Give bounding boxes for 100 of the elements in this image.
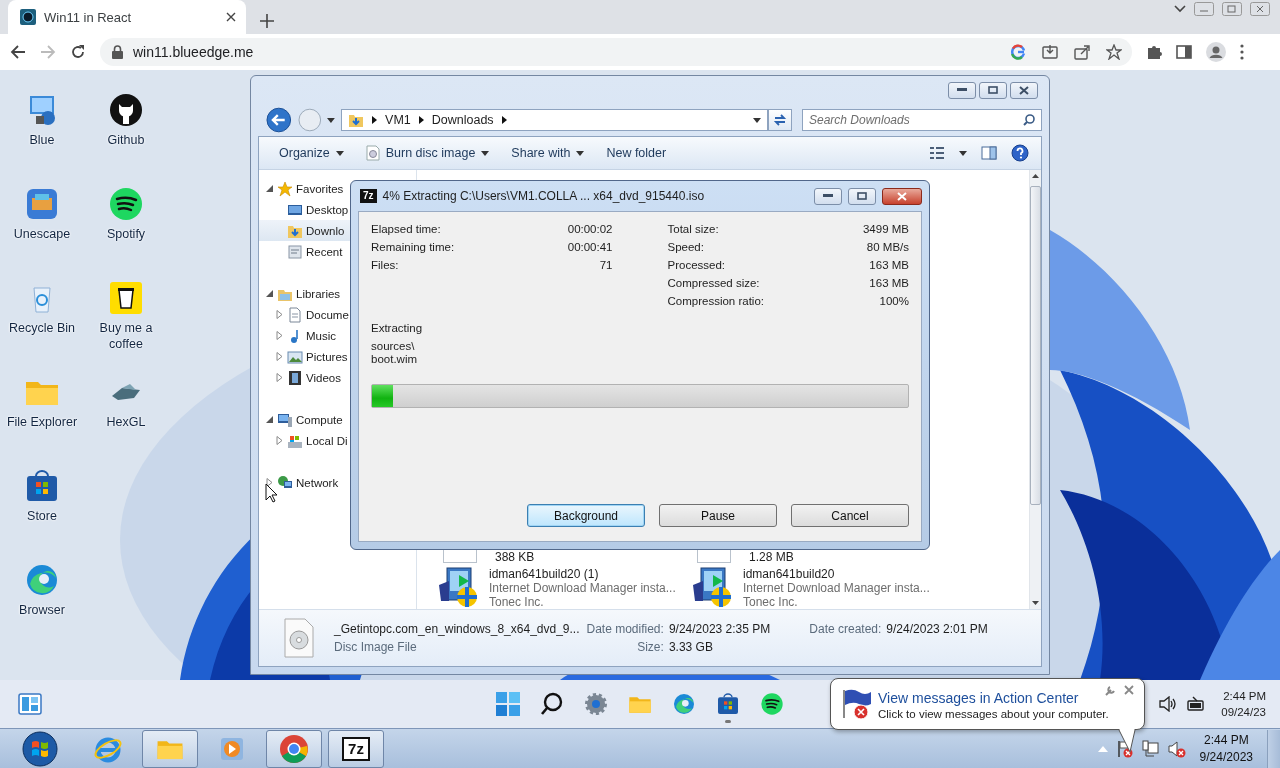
widgets-icon[interactable] <box>18 693 42 715</box>
search-icon[interactable] <box>540 692 564 716</box>
close-icon[interactable] <box>226 12 236 22</box>
address-bar[interactable]: win11.blueedge.me <box>100 38 1132 66</box>
minimize-button[interactable] <box>948 81 976 99</box>
scrollbar[interactable] <box>1029 170 1041 609</box>
window-title: 4% Extracting C:\Users\VM1.COLLA ... x64_dvd_915440.iso <box>382 189 706 203</box>
help-icon[interactable] <box>1011 144 1029 162</box>
toolbar-button[interactable]: Share with <box>503 142 593 164</box>
refresh-button[interactable] <box>768 109 792 131</box>
preview-pane-icon[interactable] <box>981 146 997 160</box>
clock[interactable]: 2:44 PM 09/24/23 <box>1221 688 1266 720</box>
file-item[interactable]: idman641build20 Internet Download Manager insta... Tonec Inc. <box>691 567 945 609</box>
start-icon[interactable] <box>496 692 520 716</box>
close-button[interactable] <box>882 187 922 205</box>
taskbar-button[interactable]: 7z <box>328 729 384 768</box>
avatar-icon[interactable] <box>1206 42 1226 62</box>
nav-item[interactable]: Docume <box>306 308 349 321</box>
nav-item[interactable]: Downlo <box>306 224 345 237</box>
nav-item[interactable]: Libraries <box>296 287 341 300</box>
file-name: _Getintopc.com_en_windows_8_x64_dvd_9... <box>334 622 581 636</box>
taskbar-button[interactable] <box>266 729 322 768</box>
reload-icon[interactable] <box>70 44 86 60</box>
battery-icon[interactable] <box>1187 696 1206 712</box>
menu-icon[interactable] <box>1240 44 1244 60</box>
install-icon[interactable] <box>1042 44 1058 60</box>
desktop-shortcut[interactable]: Github <box>84 86 168 180</box>
puzzle-icon[interactable] <box>1146 44 1162 60</box>
stat-value: 00:00:41 <box>567 240 613 255</box>
edge-icon[interactable] <box>672 692 696 716</box>
clock[interactable]: 2:44 PM 9/24/2023 <box>1199 731 1253 766</box>
close-button[interactable] <box>1010 81 1038 99</box>
nav-item[interactable]: Videos <box>306 371 341 384</box>
collapse-arrow-icon[interactable] <box>265 289 274 298</box>
maximize-button[interactable] <box>848 187 876 205</box>
collapse-arrow-icon[interactable] <box>265 184 274 193</box>
scroll-up-icon[interactable] <box>1032 174 1039 178</box>
store-icon[interactable] <box>716 692 740 716</box>
balloon-tail <box>1118 729 1138 753</box>
search-field[interactable]: Search Downloads <box>802 109 1042 131</box>
toolbar-button[interactable]: New folder <box>598 142 675 164</box>
browser-tab[interactable]: Win11 in React <box>8 0 246 34</box>
desktop-shortcut[interactable]: Spotify <box>84 180 168 274</box>
scroll-down-icon[interactable] <box>1032 601 1039 605</box>
taskbar-button[interactable] <box>142 729 198 768</box>
nav-item[interactable]: Recent <box>306 245 343 258</box>
toolbar-button[interactable]: Burn disc image <box>357 141 498 165</box>
dialog-button[interactable]: Cancel <box>791 504 909 527</box>
share-icon[interactable] <box>1074 44 1090 60</box>
desktop-shortcut[interactable]: Recycle Bin <box>0 274 84 368</box>
nav-item[interactable]: Pictures <box>306 350 348 363</box>
settings-icon[interactable] <box>584 692 608 716</box>
stat-value: 80 MB/s <box>865 240 909 255</box>
notification-balloon[interactable]: View messages in Action Center Click to view messages about your computer. <box>830 678 1145 730</box>
nav-item[interactable]: Compute <box>296 413 343 426</box>
desktop-shortcut[interactable]: Blue <box>0 86 84 180</box>
back-icon[interactable] <box>10 44 26 60</box>
desktop-shortcut[interactable]: Buy me a coffee <box>84 274 168 368</box>
network-icon[interactable] <box>1141 739 1160 758</box>
stat-label: Compressed size: <box>667 276 761 291</box>
close-icon[interactable] <box>1250 2 1270 16</box>
breadcrumb-item[interactable]: VM1 <box>385 113 411 127</box>
wrench-icon[interactable] <box>1104 685 1116 697</box>
volume-icon[interactable] <box>1159 696 1178 712</box>
new-tab-icon[interactable] <box>260 14 274 28</box>
mouse-cursor-icon <box>265 483 278 503</box>
volume-muted-icon[interactable] <box>1167 739 1186 758</box>
nav-item[interactable]: Local Di <box>306 434 348 447</box>
expand-arrow-icon[interactable] <box>265 478 274 487</box>
nav-item[interactable]: Desktop <box>306 203 349 216</box>
view-options-icon[interactable] <box>929 146 945 160</box>
desktop-shortcut[interactable]: Browser <box>0 556 84 650</box>
minimize-button[interactable] <box>814 187 842 205</box>
breadcrumb-item[interactable]: Downloads <box>431 113 494 127</box>
desktop-shortcut[interactable]: HexGL <box>84 368 168 462</box>
file-item[interactable]: idman641build20 (1) Internet Download Manager insta... Tonec Inc. <box>437 567 691 609</box>
back-icon[interactable] <box>266 107 292 133</box>
collapse-arrow-icon[interactable] <box>265 415 274 424</box>
address-bar[interactable]: VM1 Downloads <box>341 109 769 131</box>
toolbar-button[interactable]: Organize <box>271 142 352 164</box>
nav-item[interactable]: Favorites <box>296 182 344 195</box>
start-orb-icon[interactable] <box>20 729 60 768</box>
desktop-shortcut[interactable]: Store <box>0 462 84 556</box>
detail-value: 3.33 GB <box>668 640 714 654</box>
desktop-shortcut[interactable]: Unescape <box>0 180 84 274</box>
star-icon[interactable] <box>1106 44 1122 60</box>
chevron-down-icon[interactable] <box>1174 5 1186 13</box>
desktop-shortcut[interactable]: File Explorer <box>0 368 84 462</box>
nav-item[interactable]: Music <box>306 329 337 342</box>
side-panel-icon[interactable] <box>1176 44 1192 60</box>
stat-label: Elapsed time: <box>371 222 442 237</box>
maximize-button[interactable] <box>979 81 1007 99</box>
recent-icon <box>287 243 303 260</box>
dialog-button[interactable]: Pause <box>659 504 777 527</box>
google-icon[interactable] <box>1010 44 1026 60</box>
nav-item[interactable]: Network <box>296 476 339 489</box>
dialog-button[interactable]: Background <box>527 504 645 527</box>
spotify-icon[interactable] <box>760 692 784 716</box>
coffee-cup-icon <box>108 280 144 316</box>
stat-label: Remaining time: <box>371 240 456 255</box>
